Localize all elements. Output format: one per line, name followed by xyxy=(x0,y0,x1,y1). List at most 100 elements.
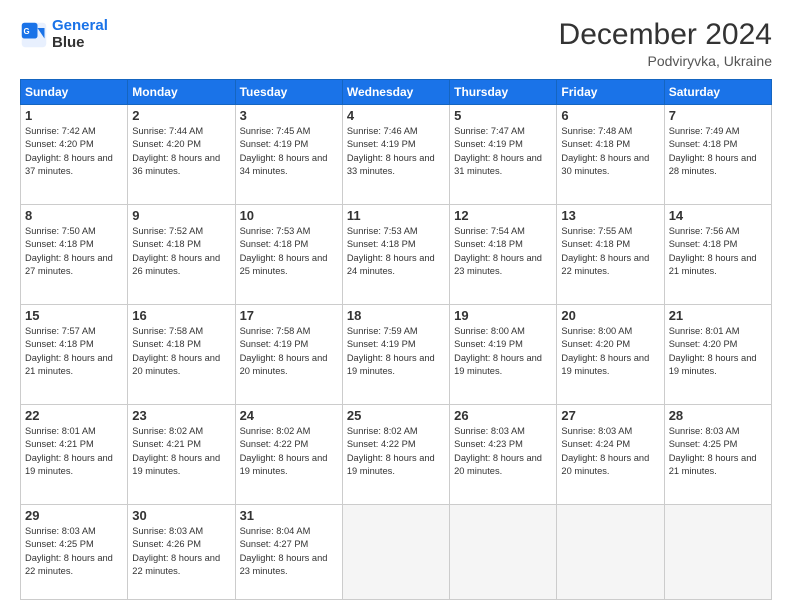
calendar-cell: 28 Sunrise: 8:03 AMSunset: 4:25 PMDaylig… xyxy=(664,405,771,505)
calendar-cell: 29 Sunrise: 8:03 AMSunset: 4:25 PMDaylig… xyxy=(21,505,128,600)
day-number: 7 xyxy=(669,108,767,123)
calendar-cell: 21 Sunrise: 8:01 AMSunset: 4:20 PMDaylig… xyxy=(664,305,771,405)
day-info: Sunrise: 8:03 AMSunset: 4:23 PMDaylight:… xyxy=(454,426,542,476)
calendar-cell: 4 Sunrise: 7:46 AMSunset: 4:19 PMDayligh… xyxy=(342,105,449,205)
calendar-cell: 1 Sunrise: 7:42 AMSunset: 4:20 PMDayligh… xyxy=(21,105,128,205)
col-header-wednesday: Wednesday xyxy=(342,80,449,105)
day-number: 31 xyxy=(240,508,338,523)
logo-blue: Blue xyxy=(52,34,85,51)
calendar-cell: 14 Sunrise: 7:56 AMSunset: 4:18 PMDaylig… xyxy=(664,205,771,305)
day-number: 17 xyxy=(240,308,338,323)
day-number: 16 xyxy=(132,308,230,323)
logo-general: General xyxy=(52,17,108,34)
col-header-sunday: Sunday xyxy=(21,80,128,105)
calendar-cell: 30 Sunrise: 8:03 AMSunset: 4:26 PMDaylig… xyxy=(128,505,235,600)
calendar-cell: 22 Sunrise: 8:01 AMSunset: 4:21 PMDaylig… xyxy=(21,405,128,505)
calendar-cell: 17 Sunrise: 7:58 AMSunset: 4:19 PMDaylig… xyxy=(235,305,342,405)
day-info: Sunrise: 7:47 AMSunset: 4:19 PMDaylight:… xyxy=(454,126,542,176)
calendar-cell: 8 Sunrise: 7:50 AMSunset: 4:18 PMDayligh… xyxy=(21,205,128,305)
col-header-monday: Monday xyxy=(128,80,235,105)
day-info: Sunrise: 7:55 AMSunset: 4:18 PMDaylight:… xyxy=(561,226,649,276)
calendar-cell: 9 Sunrise: 7:52 AMSunset: 4:18 PMDayligh… xyxy=(128,205,235,305)
col-header-thursday: Thursday xyxy=(450,80,557,105)
calendar-cell: 16 Sunrise: 7:58 AMSunset: 4:18 PMDaylig… xyxy=(128,305,235,405)
calendar-cell: 7 Sunrise: 7:49 AMSunset: 4:18 PMDayligh… xyxy=(664,105,771,205)
day-info: Sunrise: 8:02 AMSunset: 4:22 PMDaylight:… xyxy=(347,426,435,476)
day-info: Sunrise: 7:58 AMSunset: 4:19 PMDaylight:… xyxy=(240,326,328,376)
main-title: December 2024 xyxy=(559,18,772,51)
svg-text:G: G xyxy=(24,27,30,36)
day-number: 25 xyxy=(347,408,445,423)
day-number: 28 xyxy=(669,408,767,423)
calendar-cell: 2 Sunrise: 7:44 AMSunset: 4:20 PMDayligh… xyxy=(128,105,235,205)
day-number: 13 xyxy=(561,208,659,223)
day-number: 3 xyxy=(240,108,338,123)
day-number: 19 xyxy=(454,308,552,323)
day-info: Sunrise: 8:00 AMSunset: 4:19 PMDaylight:… xyxy=(454,326,542,376)
calendar-cell: 12 Sunrise: 7:54 AMSunset: 4:18 PMDaylig… xyxy=(450,205,557,305)
day-info: Sunrise: 7:42 AMSunset: 4:20 PMDaylight:… xyxy=(25,126,113,176)
day-info: Sunrise: 8:01 AMSunset: 4:21 PMDaylight:… xyxy=(25,426,113,476)
calendar-cell: 11 Sunrise: 7:53 AMSunset: 4:18 PMDaylig… xyxy=(342,205,449,305)
day-number: 26 xyxy=(454,408,552,423)
title-block: December 2024 Podviryvka, Ukraine xyxy=(559,18,772,69)
header: G General Blue December 2024 Podviryvka,… xyxy=(20,18,772,69)
day-number: 20 xyxy=(561,308,659,323)
day-info: Sunrise: 7:45 AMSunset: 4:19 PMDaylight:… xyxy=(240,126,328,176)
day-number: 5 xyxy=(454,108,552,123)
day-number: 11 xyxy=(347,208,445,223)
calendar-cell: 5 Sunrise: 7:47 AMSunset: 4:19 PMDayligh… xyxy=(450,105,557,205)
calendar-cell: 31 Sunrise: 8:04 AMSunset: 4:27 PMDaylig… xyxy=(235,505,342,600)
day-info: Sunrise: 7:59 AMSunset: 4:19 PMDaylight:… xyxy=(347,326,435,376)
day-info: Sunrise: 7:52 AMSunset: 4:18 PMDaylight:… xyxy=(132,226,220,276)
day-number: 14 xyxy=(669,208,767,223)
day-number: 6 xyxy=(561,108,659,123)
subtitle: Podviryvka, Ukraine xyxy=(559,53,772,69)
day-number: 1 xyxy=(25,108,123,123)
day-info: Sunrise: 8:02 AMSunset: 4:22 PMDaylight:… xyxy=(240,426,328,476)
calendar-table: SundayMondayTuesdayWednesdayThursdayFrid… xyxy=(20,79,772,600)
page: G General Blue December 2024 Podviryvka,… xyxy=(0,0,792,612)
day-number: 15 xyxy=(25,308,123,323)
calendar-cell: 19 Sunrise: 8:00 AMSunset: 4:19 PMDaylig… xyxy=(450,305,557,405)
day-info: Sunrise: 8:04 AMSunset: 4:27 PMDaylight:… xyxy=(240,526,328,576)
calendar-cell xyxy=(450,505,557,600)
calendar-cell: 25 Sunrise: 8:02 AMSunset: 4:22 PMDaylig… xyxy=(342,405,449,505)
logo: G General Blue xyxy=(20,18,108,51)
day-number: 4 xyxy=(347,108,445,123)
calendar-cell: 18 Sunrise: 7:59 AMSunset: 4:19 PMDaylig… xyxy=(342,305,449,405)
calendar-cell: 6 Sunrise: 7:48 AMSunset: 4:18 PMDayligh… xyxy=(557,105,664,205)
calendar-cell: 15 Sunrise: 7:57 AMSunset: 4:18 PMDaylig… xyxy=(21,305,128,405)
day-info: Sunrise: 7:44 AMSunset: 4:20 PMDaylight:… xyxy=(132,126,220,176)
day-info: Sunrise: 8:02 AMSunset: 4:21 PMDaylight:… xyxy=(132,426,220,476)
day-info: Sunrise: 7:49 AMSunset: 4:18 PMDaylight:… xyxy=(669,126,757,176)
calendar-cell: 27 Sunrise: 8:03 AMSunset: 4:24 PMDaylig… xyxy=(557,405,664,505)
day-number: 2 xyxy=(132,108,230,123)
day-number: 8 xyxy=(25,208,123,223)
day-info: Sunrise: 7:53 AMSunset: 4:18 PMDaylight:… xyxy=(240,226,328,276)
day-number: 10 xyxy=(240,208,338,223)
day-number: 24 xyxy=(240,408,338,423)
day-number: 18 xyxy=(347,308,445,323)
day-info: Sunrise: 7:50 AMSunset: 4:18 PMDaylight:… xyxy=(25,226,113,276)
calendar-cell: 20 Sunrise: 8:00 AMSunset: 4:20 PMDaylig… xyxy=(557,305,664,405)
col-header-tuesday: Tuesday xyxy=(235,80,342,105)
calendar-cell xyxy=(664,505,771,600)
day-info: Sunrise: 7:53 AMSunset: 4:18 PMDaylight:… xyxy=(347,226,435,276)
calendar-cell: 3 Sunrise: 7:45 AMSunset: 4:19 PMDayligh… xyxy=(235,105,342,205)
calendar-cell: 24 Sunrise: 8:02 AMSunset: 4:22 PMDaylig… xyxy=(235,405,342,505)
day-info: Sunrise: 8:01 AMSunset: 4:20 PMDaylight:… xyxy=(669,326,757,376)
day-info: Sunrise: 8:03 AMSunset: 4:24 PMDaylight:… xyxy=(561,426,649,476)
calendar-cell: 23 Sunrise: 8:02 AMSunset: 4:21 PMDaylig… xyxy=(128,405,235,505)
day-info: Sunrise: 7:58 AMSunset: 4:18 PMDaylight:… xyxy=(132,326,220,376)
day-number: 21 xyxy=(669,308,767,323)
day-info: Sunrise: 7:57 AMSunset: 4:18 PMDaylight:… xyxy=(25,326,113,376)
day-number: 9 xyxy=(132,208,230,223)
day-info: Sunrise: 8:03 AMSunset: 4:25 PMDaylight:… xyxy=(669,426,757,476)
day-number: 27 xyxy=(561,408,659,423)
day-info: Sunrise: 7:48 AMSunset: 4:18 PMDaylight:… xyxy=(561,126,649,176)
logo-icon: G xyxy=(20,21,48,49)
day-number: 29 xyxy=(25,508,123,523)
col-header-friday: Friday xyxy=(557,80,664,105)
day-number: 12 xyxy=(454,208,552,223)
